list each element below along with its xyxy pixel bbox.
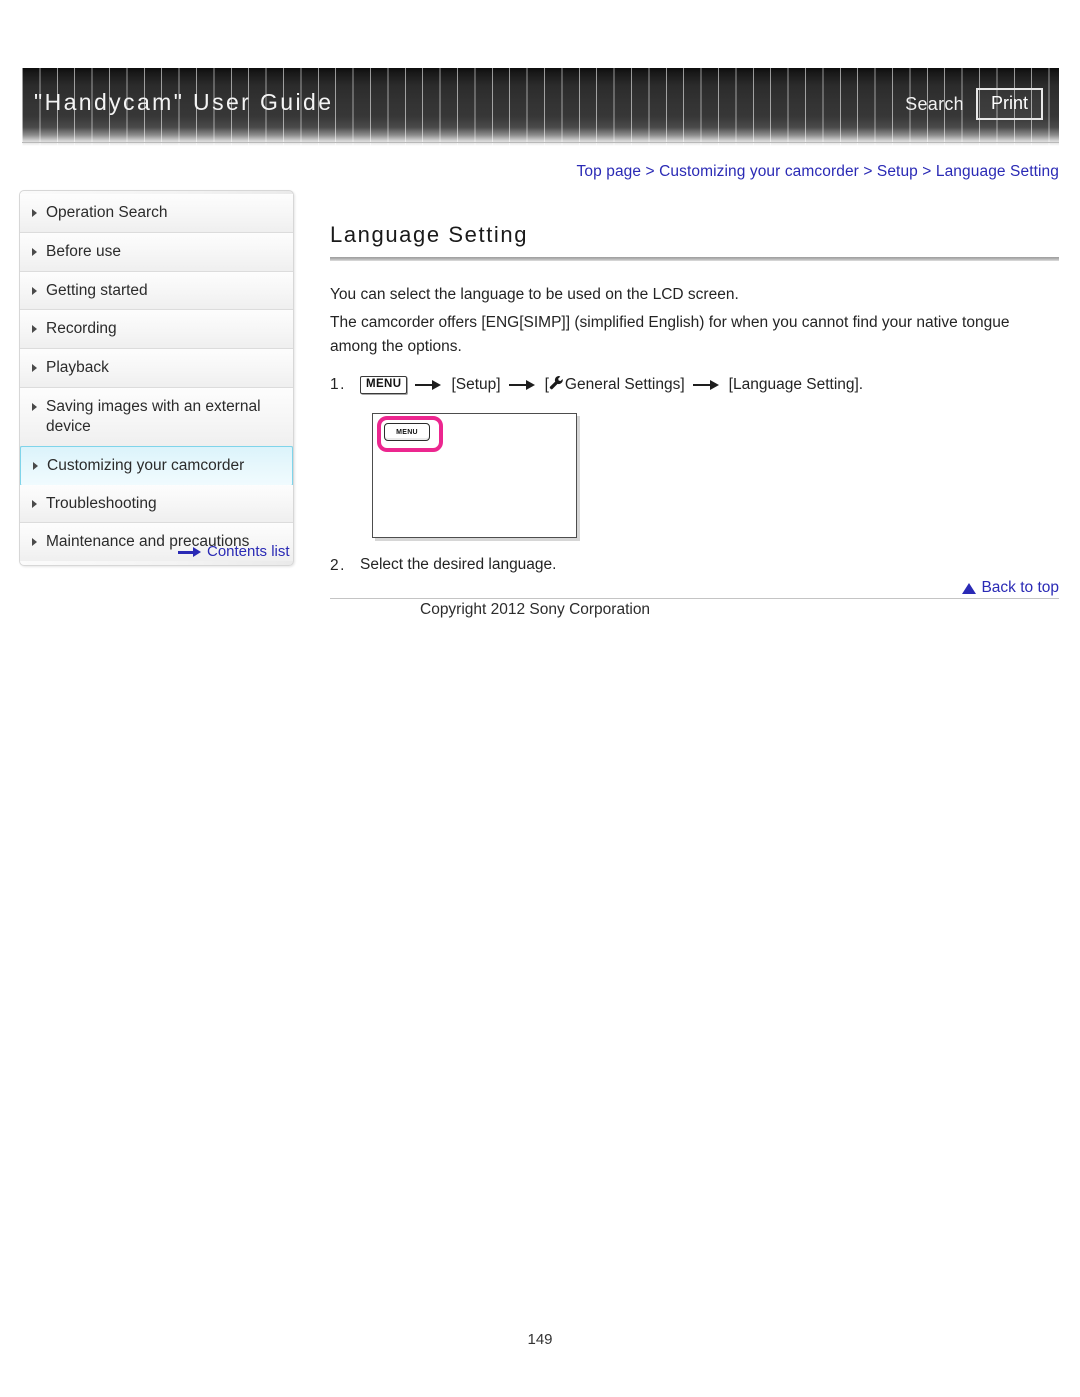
triangle-right-icon — [32, 364, 37, 373]
lcd-screen-figure: MENU — [372, 413, 579, 540]
sidebar-item-label: Getting started — [46, 281, 148, 299]
sidebar-item-label: Playback — [46, 359, 109, 377]
step-2: 2. Select the desired language. — [330, 554, 1059, 575]
search-button[interactable]: Search — [905, 94, 964, 115]
wrench-icon — [549, 375, 564, 395]
sidebar-item-getting-started[interactable]: Getting started — [20, 271, 293, 311]
steps-list: 1. MENU [Setup] [ General Settings] [Lan… — [330, 373, 1059, 575]
page-number: 149 — [527, 1331, 553, 1348]
step-1: 1. MENU [Setup] [ General Settings] [Lan… — [330, 373, 1059, 395]
footer-divider — [330, 598, 1059, 599]
header-actions: Search Print — [905, 88, 1043, 120]
sidebar-item-label: Customizing your camcorder — [47, 456, 245, 474]
step-2-number: 2. — [330, 557, 346, 575]
lcd-screen: MENU — [372, 413, 577, 539]
step-1-token-setup: [Setup] — [451, 376, 501, 394]
sidebar-item-customizing-your-camcorder[interactable]: Customizing your camcorder — [20, 445, 293, 486]
back-to-top-label: Back to top — [981, 579, 1059, 596]
sidebar-item-label: Troubleshooting — [46, 494, 157, 512]
sidebar-item-recording[interactable]: Recording — [20, 310, 293, 350]
triangle-up-icon — [962, 582, 977, 594]
intro-paragraph-2: The camcorder offers [ENG[SIMP]] (simpli… — [330, 314, 1010, 356]
intro-paragraph-1: You can select the language to be used o… — [330, 286, 739, 303]
step-1-token-language: [Language Setting]. — [728, 376, 864, 394]
arrow-right-icon — [178, 547, 202, 557]
step-2-text: Select the desired language. — [360, 556, 557, 574]
copyright-text: Copyright 2012 Sony Corporation — [420, 601, 651, 618]
breadcrumb[interactable]: Top page > Customizing your camcorder > … — [577, 163, 1059, 181]
sidebar-item-playback[interactable]: Playback — [20, 349, 293, 389]
arrow-right-icon — [508, 379, 538, 391]
site-title: "Handycam" User Guide — [34, 89, 334, 115]
arrow-right-icon — [692, 379, 722, 391]
triangle-right-icon — [33, 461, 38, 470]
triangle-right-icon — [32, 499, 37, 508]
triangle-right-icon — [32, 403, 37, 412]
step-1-body: MENU [Setup] [ General Settings] [Langua… — [360, 373, 1059, 395]
triangle-right-icon — [32, 247, 37, 256]
contents-list-link[interactable]: Contents list — [178, 543, 290, 560]
sidebar-item-troubleshooting[interactable]: Troubleshooting — [20, 484, 293, 524]
site-header-banner: "Handycam" User Guide Search Print — [22, 68, 1059, 146]
page-title: Language Setting — [330, 222, 529, 247]
contents-list-label: Contents list — [207, 543, 290, 560]
back-to-top-link[interactable]: Back to top — [962, 579, 1059, 597]
step-1-number: 1. — [330, 376, 346, 394]
step-1-token-general: General Settings] — [564, 376, 685, 394]
main-content: Language Setting You can select the lang… — [330, 222, 1059, 575]
sidebar-item-label: Before use — [46, 242, 121, 260]
title-divider — [330, 257, 1059, 261]
sidebar-item-saving-images[interactable]: Saving images with an external device — [20, 388, 293, 447]
arrow-right-icon — [414, 379, 444, 391]
sidebar-item-before-use[interactable]: Before use — [20, 232, 293, 272]
sidebar-item-label: Saving images with an external device — [46, 398, 261, 435]
triangle-right-icon — [32, 286, 37, 295]
menu-button-icon: MENU — [360, 376, 408, 394]
sidebar-nav: Operation Search Before use Getting star… — [19, 190, 294, 567]
sidebar-item-label: Operation Search — [46, 204, 168, 221]
lcd-menu-button-icon: MENU — [384, 423, 430, 442]
triangle-right-icon — [32, 209, 37, 217]
triangle-right-icon — [32, 325, 37, 334]
step-2-body: Select the desired language. — [360, 554, 1059, 574]
sidebar-item-operation-search[interactable]: Operation Search — [20, 194, 293, 233]
triangle-right-icon — [32, 538, 37, 547]
print-button[interactable]: Print — [975, 88, 1043, 120]
sidebar-item-label: Recording — [46, 320, 117, 338]
